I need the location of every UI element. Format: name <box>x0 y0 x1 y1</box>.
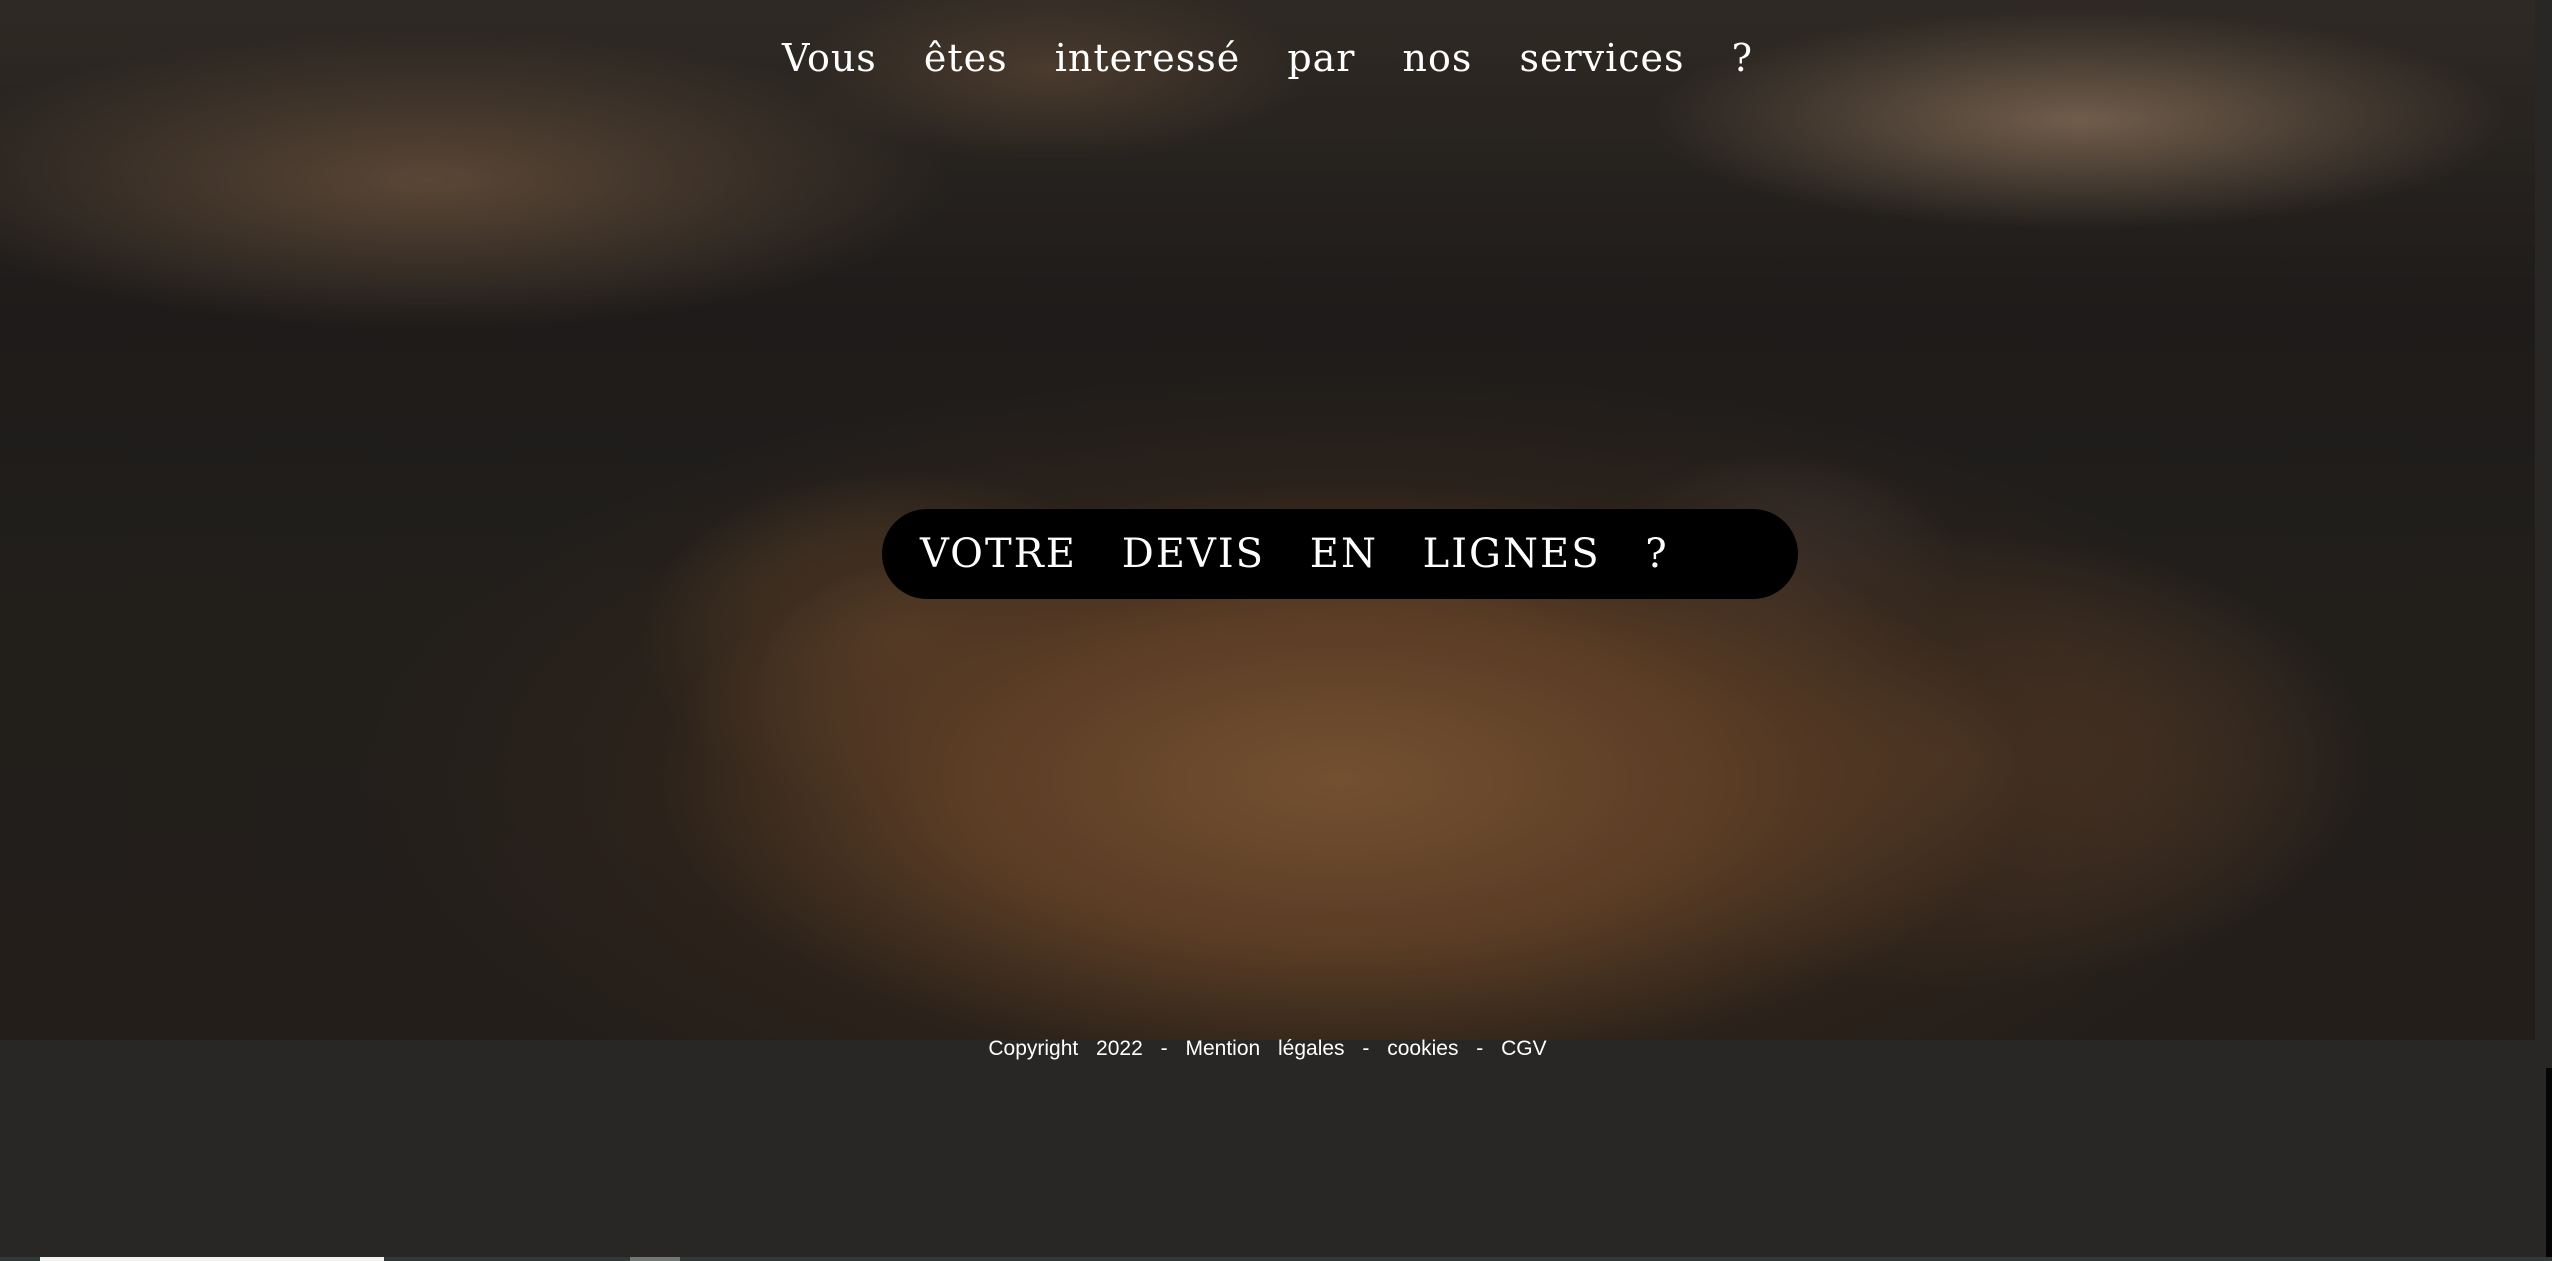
footer-links: Copyright 2022 - Mention légales - cooki… <box>0 1037 2535 1061</box>
legal-notice-link[interactable]: Mention légales <box>1185 1037 1344 1060</box>
cgv-link[interactable]: CGV <box>1501 1037 1547 1060</box>
scrollbar-thumb[interactable] <box>2546 1068 2552 1261</box>
quote-request-button[interactable]: VOTRE DEVIS EN LIGNES ? <box>882 509 1798 599</box>
footer-separator: - <box>1476 1037 1484 1060</box>
bottom-edge-marker <box>630 1257 680 1261</box>
quote-request-label: VOTRE DEVIS EN LIGNES ? <box>920 531 1669 577</box>
bottom-edge-highlight <box>40 1257 384 1261</box>
footer-separator: - <box>1362 1037 1370 1060</box>
hero-headline: Vous êtes interessé par nos services ? <box>782 36 1753 80</box>
cookies-link[interactable]: cookies <box>1387 1037 1458 1060</box>
copyright-text: Copyright 2022 <box>988 1037 1143 1060</box>
footer-separator: - <box>1160 1037 1168 1060</box>
